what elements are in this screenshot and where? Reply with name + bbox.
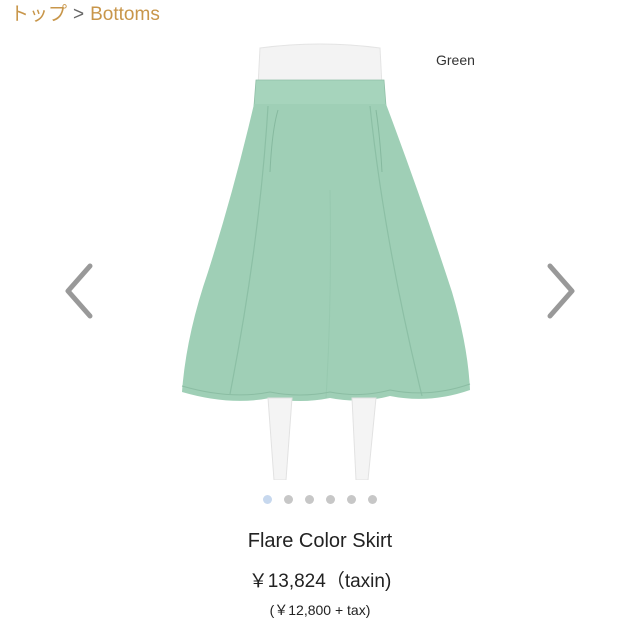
mannequin-leg-right xyxy=(351,397,377,480)
carousel-dot[interactable] xyxy=(347,495,356,504)
mannequin-leg-left xyxy=(267,397,293,480)
product-name: Flare Color Skirt xyxy=(247,530,393,552)
carousel-next-button[interactable] xyxy=(540,258,580,324)
breadcrumb-separator: > xyxy=(73,4,85,25)
carousel-prev-button[interactable] xyxy=(60,258,100,324)
breadcrumb: トップ > Bottoms xyxy=(10,2,160,28)
skirt-body xyxy=(182,104,470,401)
product-price: ￥13,824（taxin) xyxy=(248,571,392,592)
carousel-dot[interactable] xyxy=(284,495,293,504)
carousel-dot[interactable] xyxy=(368,495,377,504)
product-price-before-tax: (￥12,800 + tax) xyxy=(269,602,371,618)
carousel-pagination xyxy=(0,494,640,506)
product-image xyxy=(181,43,471,480)
skirt-waistband xyxy=(253,79,387,107)
carousel-dot[interactable] xyxy=(305,495,314,504)
chevron-right-icon xyxy=(547,263,575,319)
breadcrumb-home-link[interactable]: トップ xyxy=(10,4,67,25)
carousel-dot[interactable] xyxy=(263,495,272,504)
chevron-left-icon xyxy=(65,263,93,319)
breadcrumb-bottoms-link[interactable]: Bottoms xyxy=(90,4,160,25)
carousel-dot[interactable] xyxy=(326,495,335,504)
